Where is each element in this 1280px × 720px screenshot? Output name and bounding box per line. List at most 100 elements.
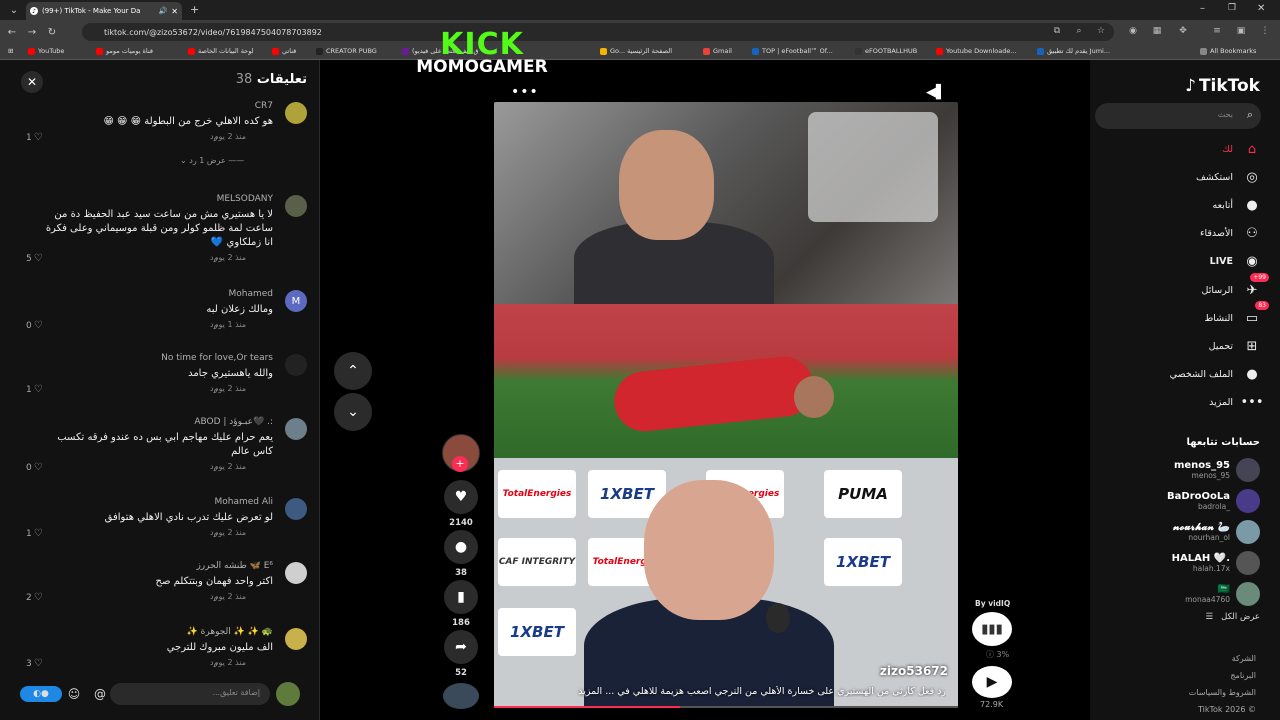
sidebar-nav-item[interactable]: ◉ LIVE [1210, 251, 1263, 273]
comment-bubble-icon[interactable]: ● [444, 530, 478, 564]
commenter-name[interactable]: MELSODANY [217, 194, 273, 204]
sidebar-nav-item[interactable]: ● أتابعه [1213, 194, 1264, 216]
commenter-name[interactable]: CR7 [255, 101, 273, 111]
bookmark-icon[interactable]: ▮ [444, 580, 478, 614]
reply-button[interactable]: رد [210, 132, 217, 141]
comment-action[interactable]: ● 38 [442, 530, 480, 578]
close-comments-button[interactable]: ✕ [21, 71, 43, 93]
commenter-name[interactable]: ✨ الجوهرة ✨ ✨ 🐢 [187, 627, 273, 637]
window-restore-icon[interactable]: ❐ [1228, 3, 1236, 13]
volume-icon[interactable]: ◀▌ [926, 85, 946, 100]
commenter-avatar[interactable] [285, 498, 307, 520]
commenter-avatar[interactable] [285, 418, 307, 440]
at-mention-icon[interactable]: @ [92, 686, 108, 702]
comment-like-button[interactable]: 3 ♡ [26, 658, 43, 669]
see-all-link[interactable]: عرض الكل ☰ [1206, 612, 1260, 622]
sidebar-nav-item[interactable]: ● الملف الشخصي [1170, 364, 1263, 386]
commenter-name[interactable]: طنشه الحررز 🦋 E⁶ [196, 561, 273, 571]
following-account[interactable]: 🇸🇦 monaa4760 [1185, 582, 1260, 606]
following-account[interactable]: HALAH 🤍. halah.17x [1172, 551, 1260, 575]
follow-plus-button[interactable]: + [452, 456, 468, 472]
commenter-avatar[interactable] [285, 195, 307, 217]
play-button[interactable]: ▶ [972, 666, 1012, 698]
back-icon[interactable]: ← [4, 24, 20, 40]
commenter-avatar[interactable] [285, 628, 307, 650]
bookmark-item[interactable]: CREATOR PUBG [316, 47, 377, 55]
url-input[interactable]: tiktok.com/@zizo53672/video/761984750407… [82, 23, 1114, 41]
save-action[interactable]: ▮ 186 [442, 580, 480, 628]
bookmark-item[interactable]: Youtube Downloade... [936, 47, 1017, 55]
reply-button[interactable]: رد [210, 462, 217, 471]
bookmark-item[interactable]: TOP | eFootball™ Of... [752, 47, 833, 55]
share-arrow-icon[interactable]: ➦ [444, 630, 478, 664]
comment-like-button[interactable]: 1 ♡ [26, 132, 43, 143]
comment-like-button[interactable]: 0 ♡ [26, 320, 43, 331]
like-action[interactable]: ♥ 2140 [442, 480, 480, 528]
footer-link[interactable]: البرنامج [1230, 671, 1256, 680]
reply-button[interactable]: رد [210, 253, 217, 262]
tab-close-icon[interactable]: ✕ [171, 7, 178, 16]
comment-like-button[interactable]: 1 ♡ [26, 384, 43, 395]
commenter-avatar[interactable] [285, 102, 307, 124]
install-icon[interactable]: ⧉ [1050, 24, 1064, 38]
new-tab-icon[interactable]: + [190, 3, 199, 16]
following-account[interactable]: BaDroOoLa badrola_ [1167, 489, 1260, 513]
extensions-icon[interactable]: ✥ [1176, 24, 1190, 38]
search-input[interactable]: بحث ⌕ [1095, 103, 1261, 129]
footer-link[interactable]: الشروط والسياسات [1189, 688, 1256, 697]
reply-button[interactable]: رد [210, 528, 217, 537]
comment-like-button[interactable]: 2 ♡ [26, 592, 43, 603]
reload-icon[interactable]: ↻ [44, 24, 60, 40]
vidiq-stats-button[interactable]: ▮▮▮ [972, 612, 1012, 646]
tab-search-icon[interactable]: ⌄ [6, 2, 22, 18]
profile-icon-browser[interactable]: ▣ [1234, 24, 1248, 38]
bookmark-item[interactable]: Go... الصفحة الرئيسية [600, 47, 672, 55]
music-disc-icon[interactable] [443, 683, 479, 709]
reply-button[interactable]: رد [210, 658, 217, 667]
video-progress-bar[interactable] [494, 706, 958, 708]
tab-audio-icon[interactable]: 🔊 [159, 7, 168, 15]
sidebar-nav-item[interactable]: ⊞ تحميل [1209, 335, 1263, 357]
commenter-name[interactable]: No time for love,Or tears [161, 353, 273, 363]
commenter-name[interactable]: Mohamed Ali [214, 497, 273, 507]
bookmark-item[interactable]: Gmail [703, 47, 732, 55]
video-player[interactable]: 1XBET 1XBET TotalEnergies CAF INTEGRITY PUMA… [494, 102, 958, 708]
window-minimize-icon[interactable]: – [1200, 3, 1205, 14]
bookmark-item[interactable]: قناتي [272, 47, 296, 55]
comment-input[interactable]: إضافة تعليق... [110, 683, 270, 705]
browser-menu-icon[interactable]: ⋮ [1258, 24, 1272, 38]
bookmark-item[interactable]: eFOOTBALLHUB [855, 47, 917, 55]
sidebar-nav-item[interactable]: ⚇ الأصدقاء [1200, 223, 1263, 245]
bookmark-item[interactable]: قناة يوميات مومو [96, 47, 153, 55]
browser-tab[interactable]: ♪ (99+) TikTok - Make Your Da 🔊 ✕ [26, 2, 182, 20]
sidebar-nav-item[interactable]: ▭ 83 النشاط [1204, 301, 1269, 329]
footer-link[interactable]: © 2026 TikTok [1198, 705, 1256, 714]
previous-video-button[interactable]: ⌃ [334, 352, 372, 390]
next-video-button[interactable]: ⌄ [334, 393, 372, 431]
comment-like-button[interactable]: 1 ♡ [26, 528, 43, 539]
following-account[interactable]: menos_95 menos_95 [1174, 458, 1260, 482]
forward-icon[interactable]: → [24, 24, 40, 40]
reply-button[interactable]: رد [210, 592, 217, 601]
following-account[interactable]: 𝓷𝓸𝓾𝓻𝓱𝓪𝓷 🦢 nourhan_ol [1173, 520, 1260, 544]
comment-like-button[interactable]: 5 ♡ [26, 253, 43, 264]
tiktok-logo[interactable]: ♪ TikTok [1185, 76, 1260, 96]
zoom-icon[interactable]: ⌕ [1072, 24, 1086, 38]
extension-toggle-icon[interactable]: ◐● [20, 686, 62, 702]
video-caption[interactable]: رد فعل كارثي من الهستيري على خسارة الأهل… [506, 686, 946, 697]
reply-button[interactable]: رد [210, 320, 217, 329]
video-more-icon[interactable]: ••• [511, 84, 539, 100]
share-action[interactable]: ➦ 52 [442, 630, 480, 678]
commenter-avatar[interactable] [285, 562, 307, 584]
commenter-avatar[interactable]: M [285, 290, 307, 312]
window-close-icon[interactable]: ✕ [1257, 3, 1265, 14]
bookmark-item[interactable]: لوحة البيانات الخاصة [188, 47, 254, 55]
video-creator[interactable]: zizo53672 [880, 664, 948, 678]
view-replies-button[interactable]: —— عرض 1 رد ⌄ [180, 156, 244, 165]
bookmark-item[interactable]: YouTube [28, 47, 64, 55]
sidebar-nav-item[interactable]: ⌂ لك [1222, 138, 1263, 160]
commenter-name[interactable]: ABOD | عبـوؤد🖤 .: [194, 417, 273, 427]
heart-icon[interactable]: ♥ [444, 480, 478, 514]
bookmark-item[interactable]: All Bookmarks [1200, 47, 1256, 55]
commenter-name[interactable]: Mohamed [228, 289, 273, 299]
